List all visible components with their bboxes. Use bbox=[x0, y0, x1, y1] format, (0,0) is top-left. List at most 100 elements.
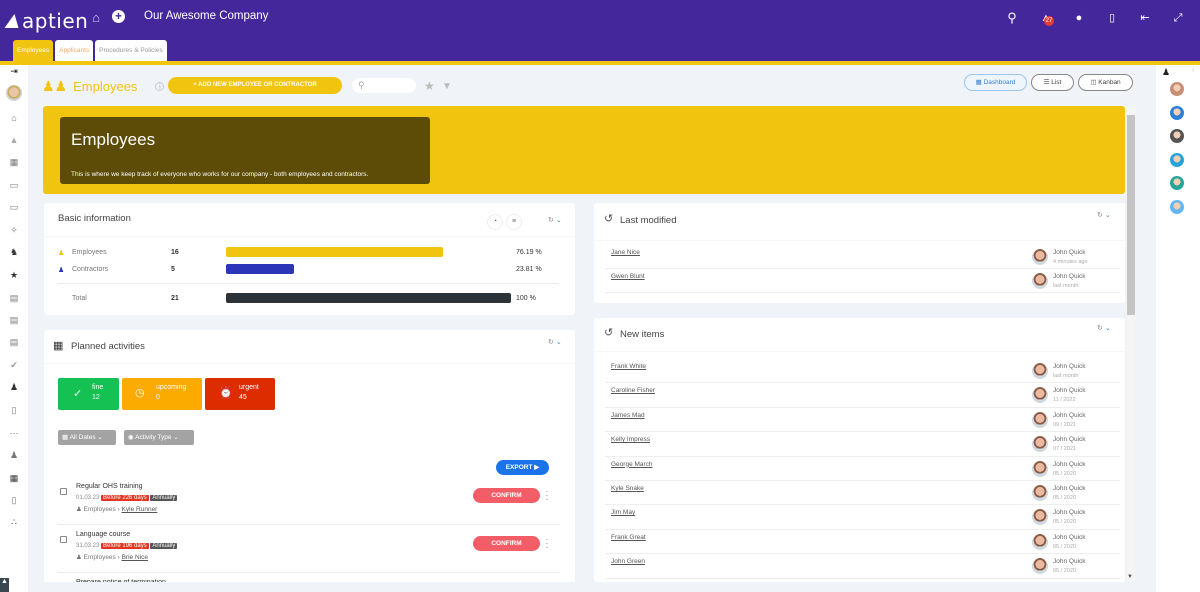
user-avatar[interactable] bbox=[1032, 411, 1048, 428]
item-link[interactable]: Kelly Impress bbox=[611, 436, 650, 443]
person-link[interactable]: Kyle Runner bbox=[122, 506, 158, 513]
mobile-icon[interactable]: ▯ bbox=[1104, 11, 1120, 25]
network-icon[interactable]: ✧ bbox=[8, 225, 20, 235]
expand-sidebar-icon[interactable]: ⇥ bbox=[8, 66, 20, 76]
logout-icon[interactable]: ⇤ bbox=[1137, 11, 1153, 25]
dates-filter-dropdown[interactable]: ▦ All Dates ⌄ bbox=[58, 430, 116, 445]
chat-icon[interactable]: ● bbox=[1071, 11, 1087, 25]
chevron-left-icon[interactable]: ‹ bbox=[1192, 67, 1194, 74]
status-upcoming[interactable]: ◷ upcoming 0 bbox=[122, 378, 202, 410]
more-options-icon[interactable]: · · · bbox=[545, 536, 549, 552]
view-dashboard-button[interactable]: ▦ Dashboard bbox=[964, 74, 1027, 91]
user-avatar[interactable] bbox=[1170, 105, 1184, 120]
item-link[interactable]: George March bbox=[611, 461, 653, 468]
item-link[interactable]: John Green bbox=[611, 558, 645, 565]
item-link[interactable]: Caroline Fisher bbox=[611, 387, 655, 394]
plus-circle-icon[interactable]: + bbox=[112, 10, 125, 23]
activity-title[interactable]: Regular OHS training bbox=[76, 483, 143, 490]
filter-icon[interactable]: ▼ bbox=[442, 81, 452, 92]
status-fine[interactable]: ✓ fine 12 bbox=[58, 378, 119, 410]
org-chart-icon[interactable]: ∴ bbox=[8, 517, 20, 527]
item-link[interactable]: James Mad bbox=[611, 412, 645, 419]
clipboard-icon[interactable]: ▭ bbox=[8, 180, 20, 190]
status-urgent[interactable]: ⏰ urgent 45 bbox=[205, 378, 275, 410]
item-link[interactable]: Frank White bbox=[611, 363, 646, 370]
team-icon[interactable]: ♟ bbox=[8, 450, 20, 460]
tab-applicants[interactable]: Applicants bbox=[55, 40, 94, 61]
add-employee-button[interactable]: + ADD NEW EMPLOYEE OR CONTRACTOR bbox=[168, 77, 342, 94]
user-avatar[interactable] bbox=[1032, 533, 1048, 550]
document-icon[interactable]: ▤ bbox=[8, 293, 20, 303]
user-avatar[interactable] bbox=[1170, 176, 1184, 190]
bar-chart-icon[interactable]: ≡ bbox=[506, 214, 522, 230]
export-button[interactable]: EXPORT ▶ bbox=[496, 460, 549, 475]
star-icon[interactable]: ★ bbox=[424, 79, 435, 93]
company-name[interactable]: Our Awesome Company bbox=[144, 10, 268, 22]
list-document-icon[interactable]: ▤ bbox=[8, 315, 20, 325]
person-icon[interactable]: ♟ bbox=[8, 382, 20, 392]
confirm-button[interactable]: CONFIRM bbox=[473, 536, 540, 551]
activity-title[interactable]: Language course bbox=[76, 531, 130, 538]
user-avatar[interactable] bbox=[1170, 152, 1184, 167]
clipboard-check-icon[interactable]: ▭ bbox=[8, 202, 20, 212]
grid-icon[interactable]: ⋯ bbox=[8, 428, 20, 438]
aptien-logo[interactable]: aptien bbox=[4, 9, 88, 33]
user-avatar[interactable] bbox=[6, 85, 22, 101]
user-avatar[interactable] bbox=[1032, 363, 1048, 379]
activity-type-dropdown[interactable]: ◉ Activity Type ⌄ bbox=[124, 430, 194, 445]
item-link[interactable]: Kyle Snake bbox=[611, 485, 644, 492]
pie-chart-icon[interactable]: ◔ bbox=[487, 214, 503, 230]
bell-icon[interactable]: ▲ bbox=[8, 135, 20, 145]
reading-icon[interactable]: ▦ bbox=[8, 473, 20, 483]
books-icon[interactable]: ▯ bbox=[8, 405, 20, 415]
search-icon[interactable]: ⚲ bbox=[1004, 11, 1020, 25]
confirm-button[interactable]: CONFIRM bbox=[473, 488, 540, 503]
chevron-down-icon[interactable]: ⌄ bbox=[1105, 212, 1111, 219]
star-icon[interactable]: ★ bbox=[8, 270, 20, 280]
scrollbar-thumb[interactable] bbox=[1127, 115, 1135, 315]
scroll-down-icon[interactable]: ▼ bbox=[1127, 574, 1133, 580]
chevron-down-icon[interactable]: ⌄ bbox=[556, 217, 562, 224]
chevron-down-icon[interactable]: ⌄ bbox=[1105, 325, 1111, 332]
user-avatar[interactable] bbox=[1032, 436, 1048, 453]
user-avatar[interactable] bbox=[1032, 558, 1048, 575]
collapse-icon[interactable]: ⤢ bbox=[1170, 11, 1186, 25]
item-link[interactable]: Frank Great bbox=[611, 534, 646, 541]
user-avatar[interactable] bbox=[1032, 249, 1048, 265]
activity-checkbox[interactable] bbox=[60, 488, 67, 495]
info-icon[interactable]: i bbox=[155, 81, 165, 91]
user-avatar[interactable] bbox=[1032, 273, 1048, 289]
user-avatar[interactable] bbox=[1032, 485, 1048, 501]
library-icon[interactable]: ▯ bbox=[8, 495, 20, 505]
help-icon[interactable]: ▲ bbox=[0, 578, 9, 592]
dog-icon[interactable]: ♞ bbox=[8, 247, 20, 257]
user-avatar[interactable] bbox=[1170, 82, 1184, 96]
calendar-icon[interactable]: ▦ bbox=[8, 157, 20, 167]
tab-employees[interactable]: Employees bbox=[13, 40, 54, 61]
refresh-icon[interactable]: ↻ ⌄ bbox=[548, 338, 562, 346]
refresh-icon[interactable]: ↻ ⌄ bbox=[548, 216, 562, 224]
user-avatar[interactable] bbox=[1032, 460, 1048, 477]
item-link[interactable]: Gwen Blunt bbox=[611, 273, 645, 280]
document-copy-icon[interactable]: ▤ bbox=[8, 337, 20, 347]
refresh-icon[interactable]: ↻ ⌄ bbox=[1097, 324, 1111, 332]
tab-procedures-policies[interactable]: Procedures & Policies bbox=[95, 40, 167, 61]
user-avatar[interactable] bbox=[1032, 387, 1048, 404]
person-link[interactable]: Brie Nice bbox=[122, 554, 148, 561]
item-link[interactable]: Jane Nice bbox=[611, 249, 640, 256]
view-list-button[interactable]: ☰ List bbox=[1031, 74, 1074, 91]
home-icon[interactable]: ⌂ bbox=[88, 11, 104, 25]
more-options-icon[interactable]: · · · bbox=[545, 488, 549, 504]
home-icon[interactable]: ⌂ bbox=[8, 113, 20, 123]
item-link[interactable]: Jim May bbox=[611, 509, 635, 516]
user-avatar[interactable] bbox=[1170, 129, 1184, 143]
user-avatar[interactable] bbox=[1170, 199, 1184, 214]
chevron-down-icon[interactable]: ⌄ bbox=[556, 339, 562, 346]
refresh-icon[interactable]: ↻ ⌄ bbox=[1097, 211, 1111, 219]
users-icon[interactable]: ♟ bbox=[1162, 67, 1170, 78]
check-circle-icon[interactable]: ✔ bbox=[8, 360, 20, 370]
view-kanban-button[interactable]: ◫ Kanban bbox=[1078, 74, 1133, 91]
search-input[interactable]: ⚲ bbox=[352, 78, 416, 93]
user-avatar[interactable] bbox=[1032, 509, 1048, 526]
activity-checkbox[interactable] bbox=[60, 536, 67, 543]
